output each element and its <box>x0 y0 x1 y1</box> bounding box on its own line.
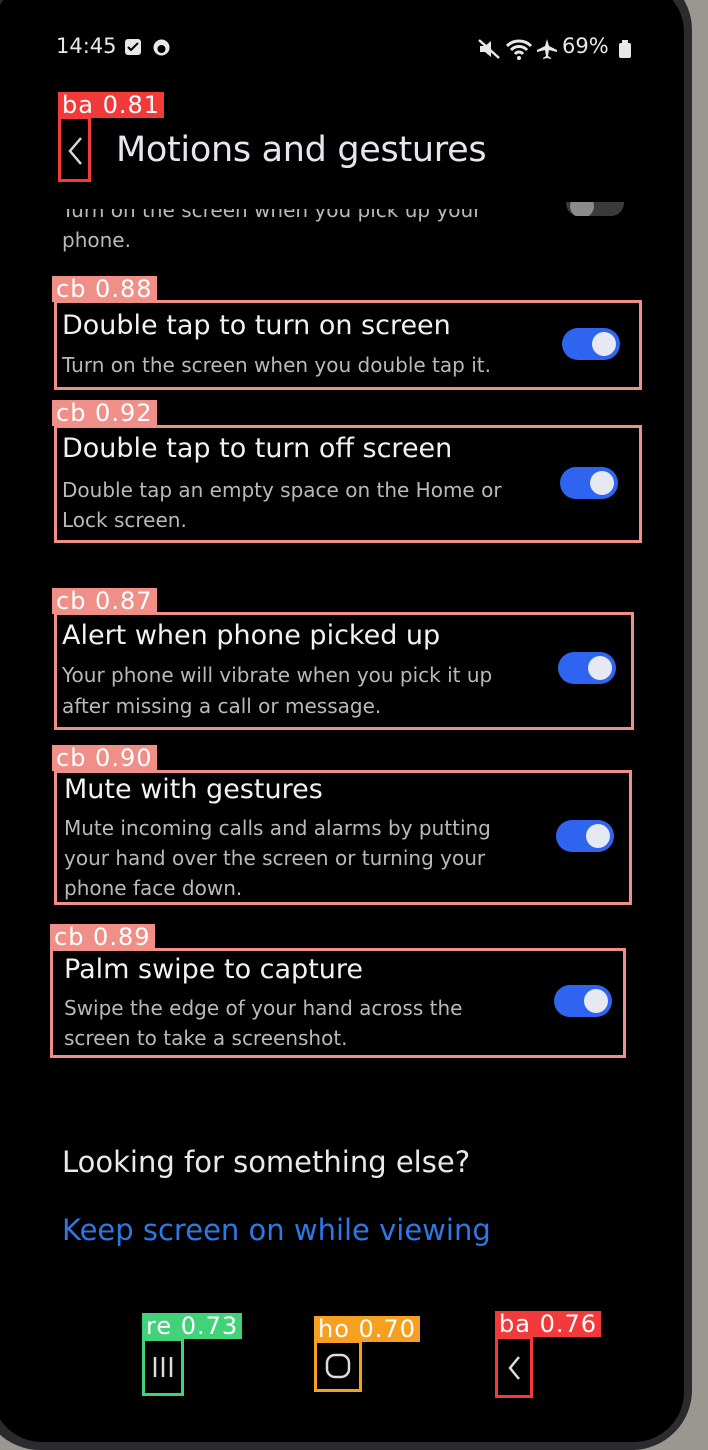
detection-label-row4: cb 0.90 <box>52 745 157 771</box>
detection-box-back <box>58 116 91 182</box>
detection-box-row4 <box>54 770 632 905</box>
circle-icon <box>153 39 170 56</box>
page-title: Motions and gestures <box>116 130 487 170</box>
battery-icon <box>619 40 631 58</box>
wifi-icon <box>505 39 533 60</box>
keep-screen-on-link[interactable]: Keep screen on while viewing <box>62 1213 491 1247</box>
partial-row-desc-2: phone. <box>62 228 131 252</box>
detection-box-recents <box>142 1338 184 1396</box>
detection-label-row1: cb 0.88 <box>52 276 157 302</box>
detection-label-home: ho 0.70 <box>314 1316 420 1342</box>
detection-box-row2 <box>54 425 642 543</box>
airplane-icon <box>537 39 557 59</box>
detection-label-row3: cb 0.87 <box>52 588 157 614</box>
battery-percent: 69% <box>562 34 609 58</box>
detection-box-row5 <box>50 948 626 1058</box>
detection-box-home <box>314 1340 362 1392</box>
detection-label-back: ba 0.81 <box>58 92 165 118</box>
calendar-icon <box>125 39 141 55</box>
detection-label-row2: cb 0.92 <box>52 400 157 426</box>
detection-label-recents: re 0.73 <box>142 1313 243 1339</box>
suggestions-heading: Looking for something else? <box>62 1145 471 1179</box>
detection-box-nav-back <box>495 1336 533 1398</box>
detection-label-row5: cb 0.89 <box>50 924 155 950</box>
detection-box-row1 <box>54 300 642 390</box>
detection-label-nav-back: ba 0.76 <box>495 1311 602 1337</box>
detection-box-row3 <box>54 612 634 730</box>
mute-icon <box>478 39 500 59</box>
status-time: 14:45 <box>56 34 117 58</box>
